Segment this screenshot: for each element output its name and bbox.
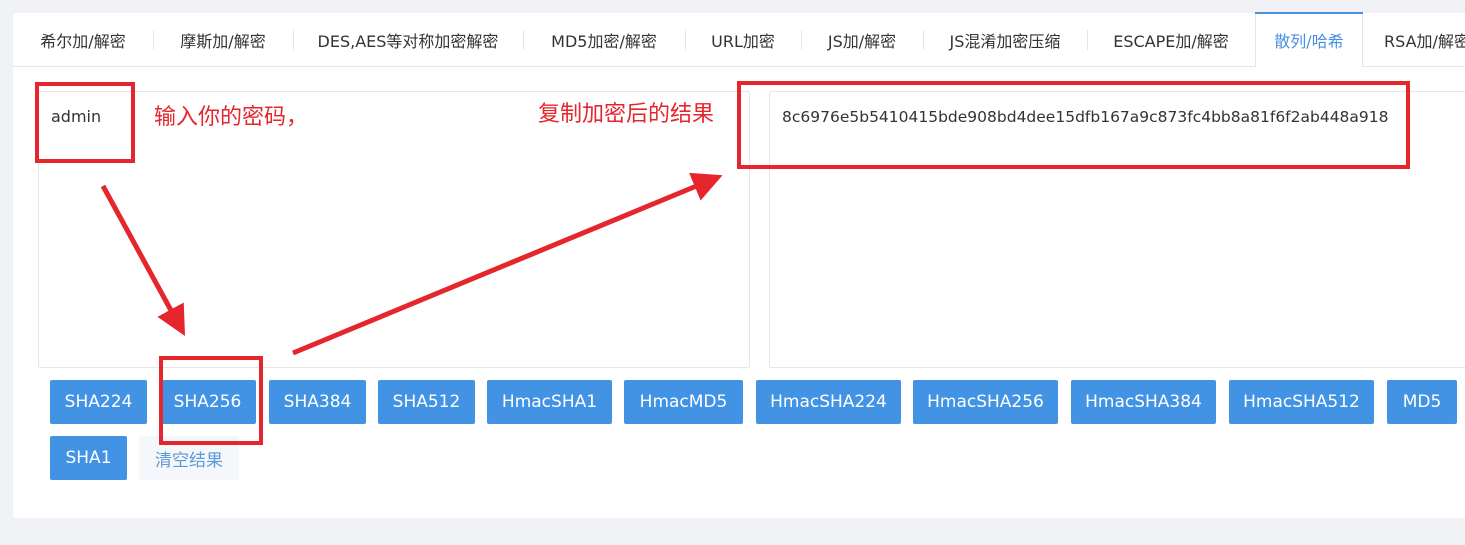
- annotation-input-note: 输入你的密码，: [154, 105, 309, 130]
- hmacsha256-button[interactable]: HmacSHA256: [913, 380, 1058, 424]
- sha1-button[interactable]: SHA1: [50, 436, 127, 480]
- hmacsha224-button[interactable]: HmacSHA224: [756, 380, 901, 424]
- tab-hash[interactable]: 散列/哈希: [1255, 12, 1363, 67]
- main-panel: 希尔加/解密 摩斯加/解密 DES,AES等对称加密解密 MD5加密/解密 UR…: [13, 12, 1465, 518]
- tab-rsa[interactable]: RSA加/解密: [1362, 13, 1465, 66]
- tab-md5[interactable]: MD5加密/解密: [523, 13, 685, 66]
- tab-symmetric[interactable]: DES,AES等对称加密解密: [293, 13, 523, 66]
- hmacsha512-button[interactable]: HmacSHA512: [1229, 380, 1374, 424]
- sha224-button[interactable]: SHA224: [50, 380, 147, 424]
- input-textarea[interactable]: admin: [38, 91, 750, 368]
- tab-js[interactable]: JS加/解密: [801, 13, 923, 66]
- output-textarea[interactable]: 8c6976e5b5410415bde908bd4dee15dfb167a9c8…: [769, 91, 1465, 368]
- sha256-button[interactable]: SHA256: [159, 380, 256, 424]
- clear-result-button[interactable]: 清空结果: [139, 436, 239, 480]
- hmacmd5-button[interactable]: HmacMD5: [624, 380, 743, 424]
- md5-button[interactable]: MD5: [1387, 380, 1457, 424]
- sha512-button[interactable]: SHA512: [378, 380, 475, 424]
- hmacsha384-button[interactable]: HmacSHA384: [1071, 380, 1216, 424]
- tab-morse[interactable]: 摩斯加/解密: [153, 13, 293, 66]
- tab-js-obfuscate[interactable]: JS混淆加密压缩: [923, 13, 1087, 66]
- annotation-output-note: 复制加密后的结果: [538, 102, 715, 127]
- hmacsha1-button[interactable]: HmacSHA1: [487, 380, 612, 424]
- tab-bar: 希尔加/解密 摩斯加/解密 DES,AES等对称加密解密 MD5加密/解密 UR…: [13, 12, 1465, 67]
- sha384-button[interactable]: SHA384: [269, 380, 366, 424]
- tab-url[interactable]: URL加密: [685, 13, 801, 66]
- tab-escape[interactable]: ESCAPE加/解密: [1087, 13, 1255, 66]
- tab-hill[interactable]: 希尔加/解密: [13, 13, 153, 66]
